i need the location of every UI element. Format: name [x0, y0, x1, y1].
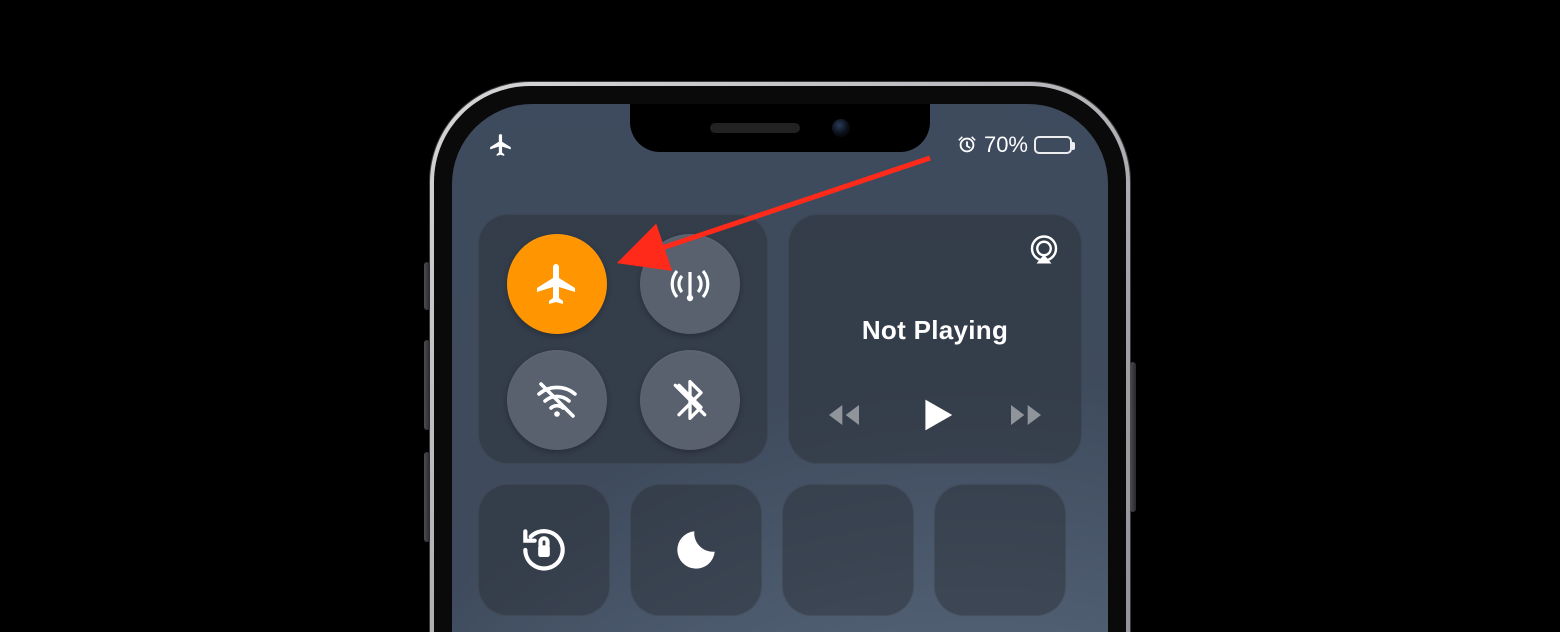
wifi-toggle[interactable] [507, 350, 607, 450]
now-playing-text: Not Playing [862, 315, 1008, 346]
airplay-icon[interactable] [1026, 232, 1062, 268]
volume-down-button[interactable] [424, 452, 430, 542]
battery-icon [1034, 136, 1072, 154]
status-left [488, 132, 514, 158]
bluetooth-toggle[interactable] [640, 350, 740, 450]
phone-frame: 70% [430, 82, 1130, 632]
wifi-off-icon [533, 376, 581, 424]
cellular-icon [666, 260, 714, 308]
forward-icon[interactable] [1006, 395, 1046, 435]
side-button[interactable] [1130, 362, 1136, 512]
alarm-icon [956, 134, 978, 156]
do-not-disturb-toggle[interactable] [630, 484, 762, 616]
media-controls [824, 392, 1046, 438]
screen: 70% [452, 104, 1108, 632]
stage: 70% [0, 0, 1560, 632]
rewind-icon[interactable] [824, 395, 864, 435]
play-icon[interactable] [912, 392, 958, 438]
battery-percent-text: 70% [984, 132, 1028, 158]
control-center: Not Playing [478, 214, 1082, 616]
orientation-lock-toggle[interactable] [478, 484, 610, 616]
status-right: 70% [956, 132, 1072, 158]
airplane-icon [533, 260, 581, 308]
orientation-lock-icon [516, 522, 572, 578]
cellular-data-toggle[interactable] [640, 234, 740, 334]
mute-switch[interactable] [424, 262, 430, 310]
airplane-icon [488, 132, 514, 158]
volume-up-button[interactable] [424, 340, 430, 430]
status-bar: 70% [452, 116, 1108, 164]
placeholder-tile-2[interactable] [934, 484, 1066, 616]
cc-row-top: Not Playing [478, 214, 1082, 464]
bluetooth-off-icon [668, 378, 712, 422]
do-not-disturb-icon [671, 525, 721, 575]
placeholder-tile-1[interactable] [782, 484, 914, 616]
airplane-mode-toggle[interactable] [507, 234, 607, 334]
media-card[interactable]: Not Playing [788, 214, 1082, 464]
cc-row-bottom [478, 484, 1082, 616]
connectivity-card[interactable] [478, 214, 768, 464]
